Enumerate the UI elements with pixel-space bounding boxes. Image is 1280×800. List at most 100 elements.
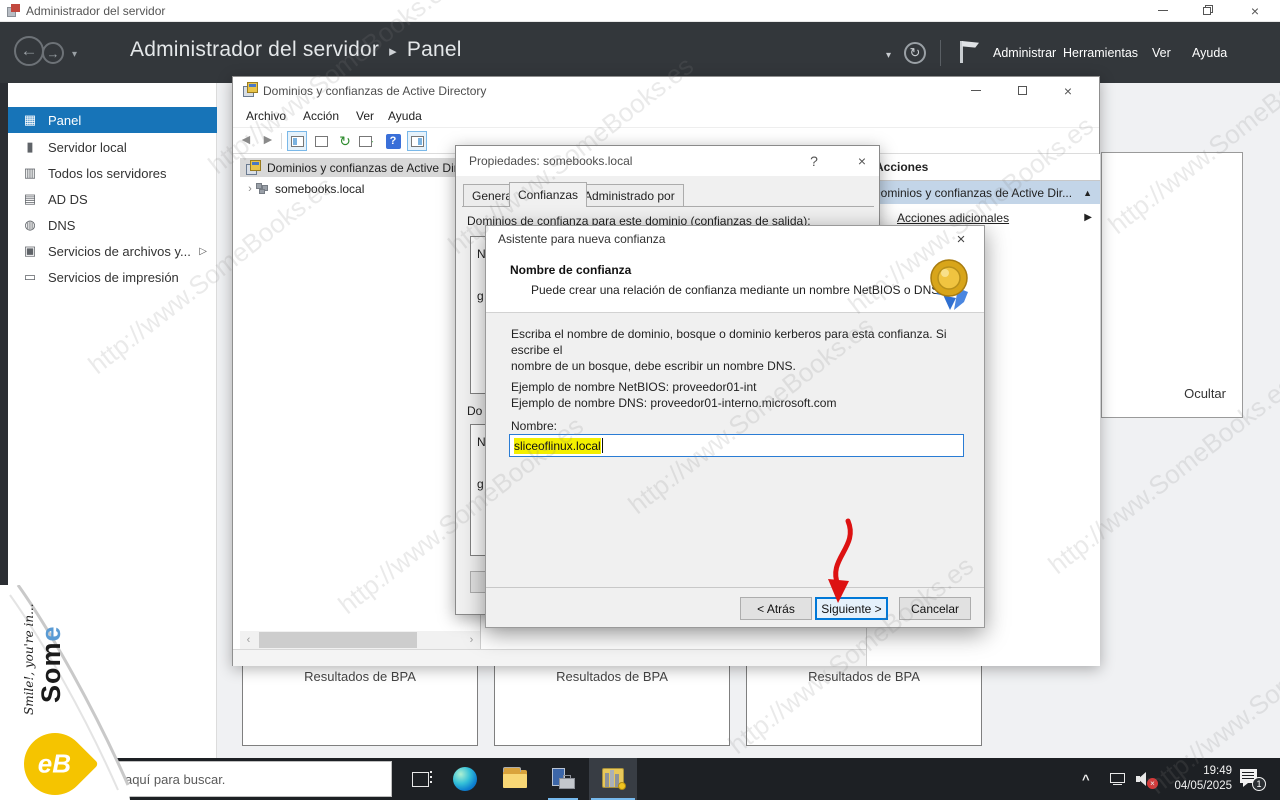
- sidebar-item-ad-ds[interactable]: ▤ AD DS: [8, 186, 217, 212]
- show-action-pane-button[interactable]: [407, 131, 427, 151]
- properties-titlebar[interactable]: Propiedades: somebooks.local ? ×: [456, 146, 879, 176]
- server-manager-titlebar: Administrador del servidor ×: [0, 0, 1280, 22]
- file-explorer-icon: [503, 767, 527, 788]
- new-trust-wizard: Asistente para nueva confianza × Nombre …: [485, 225, 985, 628]
- server-manager-taskbar-button[interactable]: [541, 758, 585, 800]
- task-view-button[interactable]: [398, 758, 442, 800]
- list-column-fragment: g: [477, 477, 484, 491]
- show-console-tree-button[interactable]: [287, 131, 307, 151]
- menu-ayuda[interactable]: Ayuda: [1192, 46, 1227, 60]
- text-caret: [601, 438, 603, 453]
- tree-expand-icon[interactable]: ›: [244, 183, 256, 195]
- taskbar-clock[interactable]: 19:49 04/05/2025: [1166, 764, 1232, 794]
- chevron-up-icon: ^: [1082, 771, 1090, 787]
- sidebar-item-label: DNS: [48, 217, 76, 233]
- back-nav-button[interactable]: ←: [14, 36, 44, 66]
- window-title: Administrador del servidor: [26, 4, 166, 18]
- tree-item-domains-trusts-root[interactable]: Dominios y confianzas de Active Dire: [240, 158, 480, 177]
- wizard-title: Asistente para nueva confianza: [498, 232, 666, 246]
- edge-button[interactable]: [443, 758, 487, 800]
- screen: Administrador del servidor × ← → ▾ Admin…: [0, 0, 1280, 800]
- mmc-titlebar[interactable]: Dominios y confianzas de Active Director…: [233, 77, 1099, 104]
- refresh-list-button[interactable]: ↻: [335, 131, 355, 151]
- action-center-button[interactable]: 1: [1240, 758, 1266, 800]
- sidebar-item-servicios-impresion[interactable]: ▭ Servicios de impresión: [8, 264, 217, 290]
- ad-domains-trusts-taskbar-button[interactable]: [589, 758, 637, 800]
- sidebar-item-servicios-archivos[interactable]: ▣ Servicios de archivos y... ▷: [8, 238, 217, 264]
- forward-nav-button[interactable]: →: [42, 42, 64, 64]
- file-services-icon: ▣: [23, 243, 37, 258]
- sidebar-item-todos-los-servidores[interactable]: ▥ Todos los servidores: [8, 160, 217, 186]
- menu-ver[interactable]: Ver: [1152, 46, 1171, 60]
- close-icon: ×: [1063, 82, 1073, 99]
- properties-help-button[interactable]: ?: [796, 146, 832, 176]
- restore-button[interactable]: [1190, 0, 1224, 21]
- properties-button[interactable]: [311, 131, 331, 151]
- file-explorer-button[interactable]: [493, 758, 537, 800]
- mmc-back-button[interactable]: ◄: [239, 131, 253, 147]
- mmc-close-button[interactable]: ×: [1051, 80, 1085, 101]
- tray-network-button[interactable]: [1110, 758, 1126, 800]
- mmc-minimize-button[interactable]: [959, 80, 993, 101]
- menu-herramientas[interactable]: Herramientas: [1063, 46, 1138, 60]
- tree-horizontal-scrollbar[interactable]: ‹ ›: [240, 631, 480, 649]
- mmc-forward-button[interactable]: ►: [261, 131, 275, 147]
- help-button[interactable]: ?: [383, 131, 403, 151]
- properties-close-button[interactable]: ×: [844, 146, 880, 176]
- cancel-button[interactable]: Cancelar: [899, 597, 971, 620]
- history-caret-icon[interactable]: ▾: [72, 49, 77, 60]
- sidebar-item-dns[interactable]: ◍ DNS: [8, 212, 217, 238]
- tile-title: Resultados de BPA: [556, 669, 668, 684]
- collapse-icon[interactable]: ▲: [1083, 188, 1092, 198]
- notifications-caret-icon[interactable]: ▾: [886, 50, 891, 61]
- wizard-subheading: Puede crear una relación de confianza me…: [531, 283, 943, 297]
- tab-administrado-por[interactable]: Administrado por: [575, 184, 684, 206]
- mmc-menu-accion[interactable]: Acción: [303, 109, 339, 123]
- name-label: Nombre:: [511, 419, 558, 433]
- manageability-flag-icon[interactable]: [958, 39, 980, 65]
- close-button[interactable]: ×: [1238, 0, 1272, 21]
- close-icon: ×: [956, 231, 966, 248]
- refresh-button[interactable]: ↻: [904, 42, 926, 64]
- notification-badge: 1: [1252, 777, 1266, 791]
- help-icon: ?: [810, 153, 818, 169]
- scroll-right-icon[interactable]: ›: [463, 631, 480, 649]
- trust-name-input[interactable]: sliceoflinux.local: [509, 434, 964, 457]
- minimize-button[interactable]: [1146, 0, 1180, 21]
- actions-group-label: Dominios y confianzas de Active Dir...: [872, 185, 1073, 200]
- export-list-button[interactable]: ►: [357, 131, 377, 151]
- tray-volume-button[interactable]: ×: [1136, 758, 1158, 800]
- task-view-icon: [411, 771, 432, 787]
- wizard-titlebar[interactable]: Asistente para nueva confianza ×: [486, 226, 984, 253]
- refresh-icon: ↻: [909, 45, 921, 60]
- mmc-menu-ayuda[interactable]: Ayuda: [388, 109, 422, 123]
- scrollbar-thumb[interactable]: [259, 632, 417, 648]
- tab-confianzas[interactable]: Confianzas: [509, 182, 588, 207]
- hide-button[interactable]: Ocultar: [1184, 386, 1226, 401]
- ad-ds-icon: ▤: [23, 191, 37, 206]
- notification-icon: 1: [1240, 769, 1266, 791]
- actions-group-domains-trusts[interactable]: Dominios y confianzas de Active Dir... ▲: [867, 181, 1100, 204]
- breadcrumb-root[interactable]: Administrador del servidor: [130, 38, 379, 61]
- mmc-maximize-button[interactable]: [1005, 80, 1039, 101]
- trust-name-value: sliceoflinux.local: [514, 437, 601, 454]
- sidebar-item-label: Panel: [48, 112, 82, 128]
- edge-icon: [453, 767, 477, 791]
- back-button[interactable]: < Atrás: [740, 597, 812, 620]
- wizard-close-button[interactable]: ×: [944, 226, 978, 253]
- list-column-fragment: g: [477, 289, 484, 303]
- ad-domains-trusts-icon: [600, 768, 626, 790]
- tray-show-hidden-button[interactable]: ^: [1082, 758, 1090, 800]
- mmc-menu-ver[interactable]: Ver: [356, 109, 374, 123]
- sidebar-item-servidor-local[interactable]: ▮ Servidor local: [8, 134, 217, 160]
- wizard-header: Nombre de confianza Puede crear una rela…: [486, 253, 984, 313]
- tile-title: Resultados de BPA: [808, 669, 920, 684]
- scroll-left-icon[interactable]: ‹: [240, 631, 257, 649]
- mmc-menu-archivo[interactable]: Archivo: [246, 109, 286, 123]
- next-button[interactable]: Siguiente >: [815, 597, 888, 620]
- taskbar-search-box[interactable]: Escribe aquí para buscar.: [48, 761, 392, 797]
- tree-item-somebooks-local[interactable]: › somebooks.local: [240, 179, 480, 198]
- menu-administrar[interactable]: Administrar: [993, 46, 1056, 60]
- sidebar-item-panel[interactable]: ▦ Panel: [8, 107, 217, 133]
- submenu-arrow-icon: ▶: [1084, 212, 1092, 223]
